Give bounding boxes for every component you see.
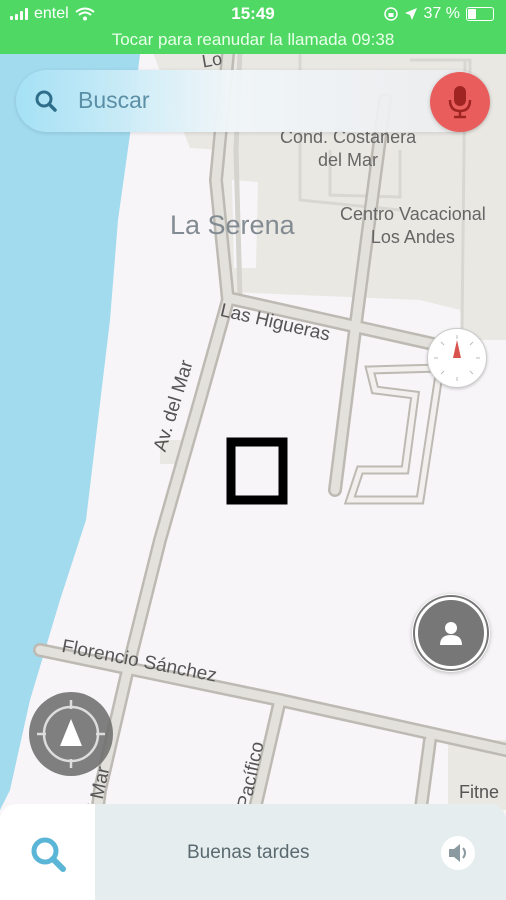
location-arrow-icon [404, 8, 417, 20]
call-banner[interactable]: Tocar para reanudar la llamada 09:38 [0, 30, 506, 50]
person-icon [440, 622, 462, 645]
search-input[interactable]: Buscar [78, 87, 150, 114]
recenter-button[interactable] [29, 692, 113, 776]
compass-button[interactable] [427, 328, 487, 388]
microphone-icon [448, 86, 472, 119]
profile-button[interactable] [412, 594, 490, 672]
compass-icon [434, 335, 480, 381]
status-bar: entel 15:49 37 % Tocar para reanudar la … [0, 0, 506, 54]
map-label-condominium: Cond. Costanera del Mar [280, 127, 417, 170]
battery-icon [466, 7, 494, 21]
rotation-lock-icon [383, 7, 398, 21]
search-bar[interactable]: Buscar [16, 70, 488, 132]
bottom-bar: Buenas tardes [0, 804, 506, 900]
search-icon [35, 90, 57, 112]
greeting-panel[interactable]: Buenas tardes [95, 804, 506, 900]
speaker-icon [449, 844, 466, 862]
voice-command-button[interactable] [430, 72, 490, 132]
map-label-fitness: Fitne [459, 782, 500, 802]
greeting-text: Buenas tardes [187, 842, 310, 863]
map-label-resort: Centro Vacacional Los Andes [340, 204, 486, 247]
status-right: 37 % [383, 5, 494, 23]
sound-button[interactable] [441, 836, 475, 870]
battery-percent: 37 % [423, 5, 460, 22]
profile-ring [415, 597, 487, 669]
search-icon [31, 837, 66, 872]
bottom-search-button[interactable] [0, 804, 95, 900]
crosshair-arrow-icon [37, 700, 105, 768]
map-label-city: La Serena [170, 210, 295, 240]
battery-level [468, 9, 477, 19]
